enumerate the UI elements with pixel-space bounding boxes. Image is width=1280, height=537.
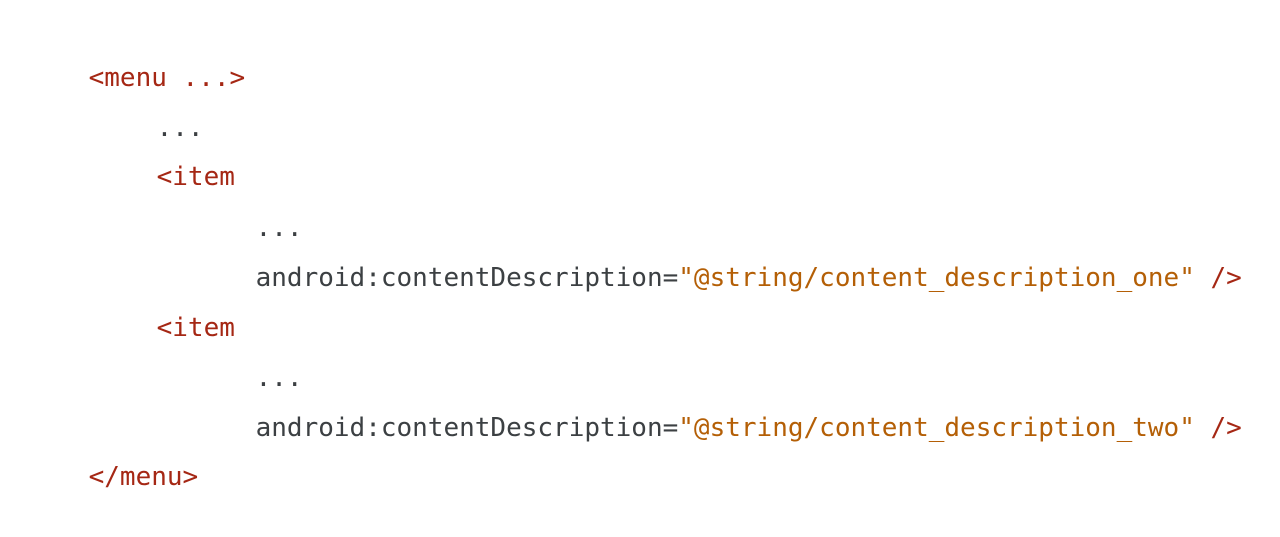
item-two-close-tag: /> (1194, 413, 1242, 443)
item-two-attribute-name: android:contentDescription (255, 413, 663, 443)
item-two-equals-sign: = (662, 413, 679, 443)
code-line-ellipsis: ... (0, 68, 204, 143)
item-one-equals-sign: = (662, 263, 679, 293)
item-one-close-tag: /> (1194, 263, 1242, 293)
code-line-item-two-attribute: android:contentDescription="@string/cont… (0, 368, 1242, 443)
item-one-attribute-name: android:contentDescription (255, 263, 663, 293)
code-line-item-one-ellipsis: ... (0, 168, 303, 243)
code-line-menu-open: <menu ...> (0, 18, 246, 93)
item-two-attribute-value: "@string/content_description_two" (678, 413, 1195, 443)
code-line-item-one-attribute: android:contentDescription="@string/cont… (0, 218, 1242, 293)
code-snippet: <menu ...> ... <item ... android:content… (0, 0, 1280, 492)
code-line-item-two-ellipsis: ... (0, 318, 303, 393)
code-line-menu-close: </menu> (0, 417, 199, 492)
menu-close-tag: </menu> (88, 462, 199, 492)
item-one-attribute-value: "@string/content_description_one" (678, 263, 1195, 293)
code-line-item-one-open: <item (0, 117, 235, 192)
code-line-item-two-open: <item (0, 268, 235, 343)
